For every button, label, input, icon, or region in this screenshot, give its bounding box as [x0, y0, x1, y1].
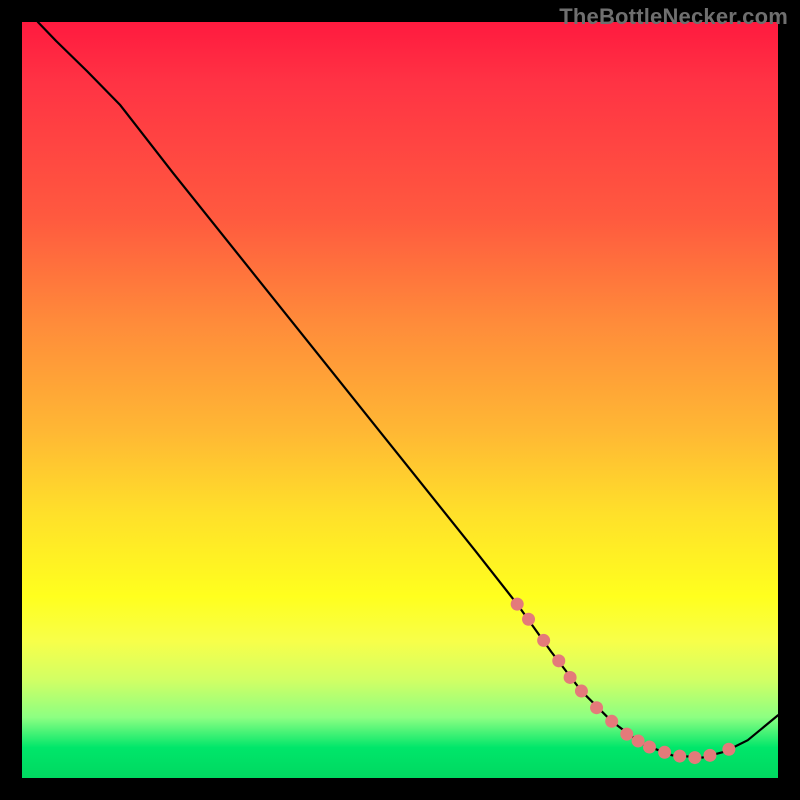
curve-dot: [620, 728, 633, 741]
curve-dots: [511, 598, 736, 764]
curve-dot: [673, 750, 686, 763]
curve-dot: [658, 746, 671, 759]
curve-dot: [632, 734, 645, 747]
curve-dot: [522, 613, 535, 626]
curve-svg: [22, 22, 778, 778]
curve-dot: [537, 634, 550, 647]
plot-gradient-area: [22, 22, 778, 778]
curve-dot: [511, 598, 524, 611]
curve-dot: [590, 701, 603, 714]
curve-dot: [688, 751, 701, 764]
curve-dot: [643, 741, 656, 754]
curve-dot: [564, 671, 577, 684]
curve-dot: [703, 749, 716, 762]
curve-dot: [575, 685, 588, 698]
bottleneck-curve: [38, 22, 778, 758]
curve-dot: [605, 715, 618, 728]
chart-stage: TheBottleNecker.com: [0, 0, 800, 800]
watermark-label: TheBottleNecker.com: [559, 4, 788, 30]
curve-dot: [722, 743, 735, 756]
curve-dot: [552, 654, 565, 667]
